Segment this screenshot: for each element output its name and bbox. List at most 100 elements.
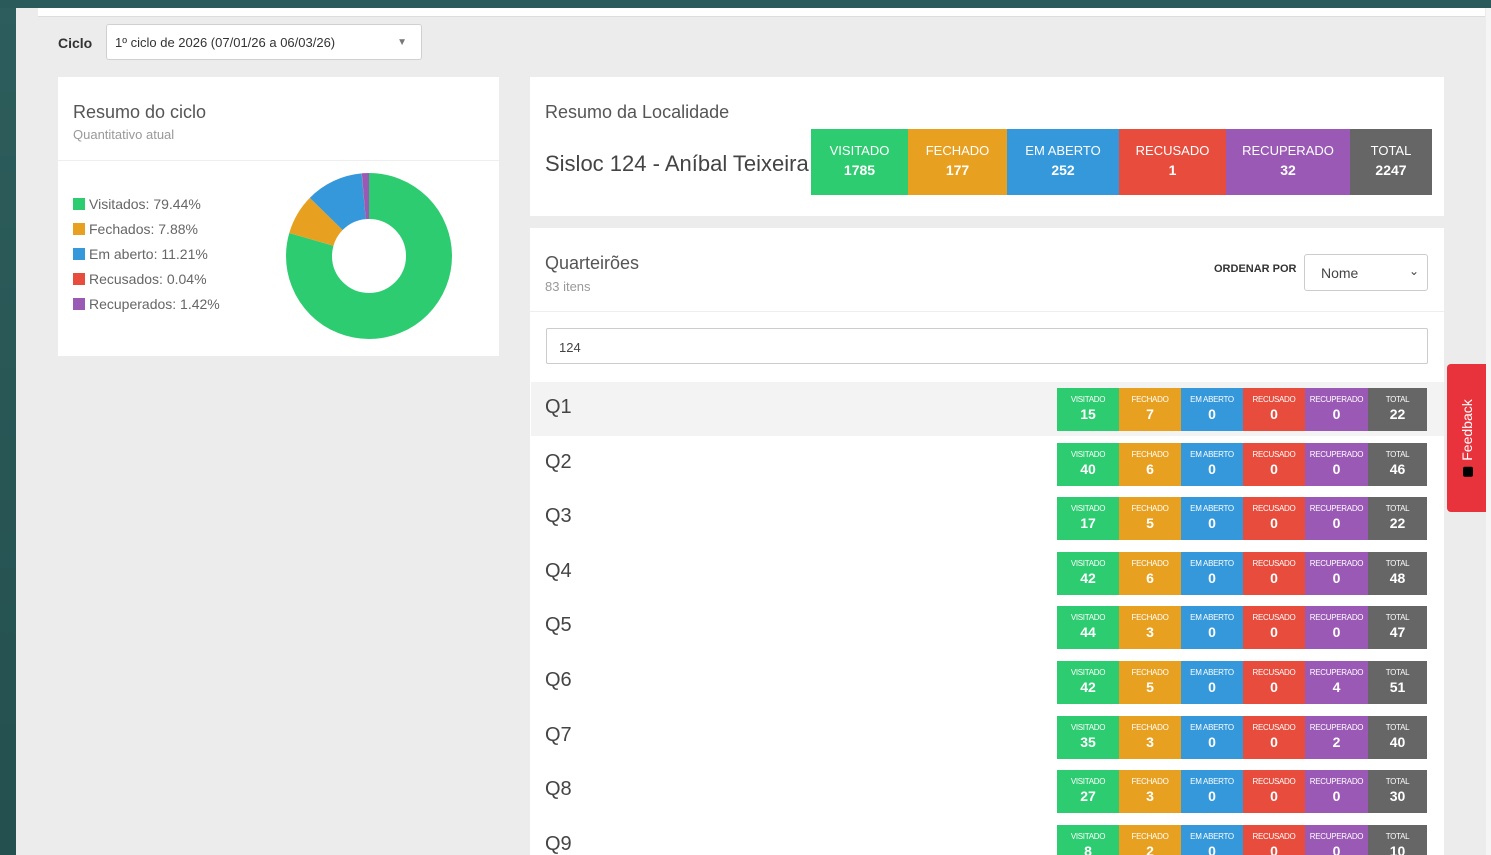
quarteirao-stat: RECUSADO 0 bbox=[1243, 770, 1305, 814]
quarteirao-stat: TOTAL 22 bbox=[1368, 388, 1427, 431]
quarteirao-stat: RECUPERADO 0 bbox=[1305, 770, 1368, 814]
legend-item: Fechados: 7.88% bbox=[73, 216, 220, 241]
legend-label: Fechados: 7.88% bbox=[89, 220, 198, 237]
legend-item: Visitados: 79.44% bbox=[73, 191, 220, 216]
quarteirao-stat: TOTAL 22 bbox=[1368, 497, 1427, 541]
quarteirao-row[interactable]: Q9 VISITADO 8 FECHADO 2 EM ABERTO 0 RECUSADO 0 RE… bbox=[531, 819, 1444, 855]
stat-value: 0 bbox=[1332, 460, 1341, 477]
stat-value: 42 bbox=[1080, 569, 1096, 586]
stat-label: VISITADO bbox=[1070, 395, 1106, 404]
stat-label: TOTAL bbox=[1385, 504, 1410, 514]
stat-value: 44 bbox=[1080, 624, 1096, 641]
stat-label: RECUSADO bbox=[1252, 613, 1296, 623]
quarteirao-row[interactable]: Q1 VISITADO 15 FECHADO 7 EM ABERTO 0 RECUSADO 0 R… bbox=[531, 382, 1444, 436]
localidade-stat-box: RECUSADO 1 bbox=[1119, 129, 1226, 195]
quarteirao-stat: RECUPERADO 2 bbox=[1305, 715, 1368, 759]
stat-label: RECUPERADO bbox=[1242, 143, 1334, 158]
resumo-ciclo-title: Resumo do ciclo bbox=[73, 102, 207, 122]
stat-label: FECHADO bbox=[925, 143, 990, 158]
quarteirao-row[interactable]: Q8 VISITADO 27 FECHADO 3 EM ABERTO 0 RECUSADO 0 R… bbox=[531, 764, 1444, 818]
stat-label: RECUPERADO bbox=[1309, 449, 1364, 459]
quarteirao-row[interactable]: Q5 VISITADO 44 FECHADO 3 EM ABERTO 0 RECUSADO 0 R… bbox=[531, 600, 1444, 654]
stat-label: RECUSADO bbox=[1252, 722, 1296, 732]
quarteirao-stat: RECUSADO 0 bbox=[1243, 497, 1305, 541]
quarteirao-name: Q1 bbox=[545, 396, 572, 418]
stat-value: 27 bbox=[1080, 788, 1096, 805]
stat-label: EM ABERTO bbox=[1190, 504, 1234, 514]
card-divider bbox=[530, 311, 1444, 312]
localidade-stat-box: FECHADO 177 bbox=[908, 129, 1007, 195]
stat-value: 40 bbox=[1080, 460, 1096, 477]
stat-label: FECHADO bbox=[1131, 504, 1169, 514]
stat-label: FECHADO bbox=[1131, 668, 1169, 677]
quarteirao-stat: EM ABERTO 0 bbox=[1181, 442, 1243, 486]
app-window: Ciclo 1º ciclo de 2026 (07/01/26 a 06/03… bbox=[16, 8, 1491, 855]
stat-label: VISITADO bbox=[1070, 558, 1106, 568]
quarteirao-row[interactable]: Q7 VISITADO 35 FECHADO 3 EM ABERTO 0 RECUSADO 0 R… bbox=[531, 710, 1444, 764]
stat-label: RECUPERADO bbox=[1309, 395, 1364, 404]
stat-label: TOTAL bbox=[1385, 668, 1410, 677]
stat-value: 0 bbox=[1208, 679, 1216, 695]
ordenar-select[interactable]: Nome ⌄ bbox=[1304, 254, 1428, 291]
stat-label: FECHADO bbox=[1131, 777, 1169, 787]
stat-label: RECUPERADO bbox=[1309, 831, 1364, 841]
quarteirao-stat: RECUSADO 0 bbox=[1243, 824, 1305, 855]
stat-value: 0 bbox=[1270, 624, 1278, 641]
stat-value: 0 bbox=[1332, 842, 1341, 855]
stat-value: 0 bbox=[1208, 788, 1216, 805]
quarteirao-stat: RECUPERADO 0 bbox=[1305, 388, 1368, 431]
stat-label: TOTAL bbox=[1385, 722, 1410, 732]
stat-label: RECUPERADO bbox=[1309, 668, 1364, 677]
quarteirao-stat: RECUSADO 0 bbox=[1243, 442, 1305, 486]
quarteirao-stat: VISITADO 17 bbox=[1057, 497, 1119, 541]
stat-label: RECUPERADO bbox=[1309, 722, 1364, 732]
localidade-stat-box: RECUPERADO 32 bbox=[1226, 129, 1350, 195]
quarteirao-stat: EM ABERTO 0 bbox=[1181, 661, 1243, 704]
stat-value: 0 bbox=[1270, 406, 1278, 422]
quarteirao-stat: RECUPERADO 0 bbox=[1305, 606, 1368, 650]
stat-value: 0 bbox=[1332, 406, 1341, 422]
stat-value: 5 bbox=[1146, 515, 1154, 532]
legend-swatch bbox=[73, 247, 85, 260]
stat-value: 0 bbox=[1270, 842, 1278, 855]
stat-value: 0 bbox=[1208, 515, 1216, 532]
card-divider bbox=[58, 160, 499, 161]
legend-label: Recusados: 0.04% bbox=[89, 270, 207, 287]
quarteirao-stat: EM ABERTO 0 bbox=[1181, 606, 1243, 650]
stat-label: EM ABERTO bbox=[1190, 777, 1234, 787]
stat-value: 17 bbox=[1080, 515, 1096, 532]
stat-value: 3 bbox=[1146, 624, 1154, 641]
stat-label: TOTAL bbox=[1370, 143, 1412, 158]
ciclo-select[interactable]: 1º ciclo de 2026 (07/01/26 a 06/03/26) ▼ bbox=[106, 24, 422, 60]
quarteirao-row[interactable]: Q6 VISITADO 42 FECHADO 5 EM ABERTO 0 RECUSADO 0 R… bbox=[531, 655, 1444, 709]
legend-swatch bbox=[73, 197, 85, 210]
ciclo-selected-value: 1º ciclo de 2026 (07/01/26 a 06/03/26) bbox=[115, 35, 336, 50]
stat-value: 0 bbox=[1208, 842, 1216, 855]
stat-label: FECHADO bbox=[1131, 722, 1169, 732]
legend-item: Em aberto: 11.21% bbox=[73, 241, 220, 266]
stat-label: RECUPERADO bbox=[1309, 504, 1364, 514]
desktop-frame-top bbox=[0, 0, 1491, 8]
quarteirao-stat: FECHADO 7 bbox=[1119, 388, 1181, 431]
stat-label: RECUSADO bbox=[1135, 143, 1210, 158]
feedback-button[interactable]: Feedback bbox=[1447, 364, 1487, 512]
stat-value: 0 bbox=[1332, 624, 1341, 641]
quarteirao-name: Q4 bbox=[545, 559, 572, 582]
search-input[interactable]: 124 bbox=[546, 328, 1428, 364]
stat-value: 6 bbox=[1146, 569, 1154, 586]
quarteirao-name: Q2 bbox=[545, 450, 572, 473]
quarteirao-stat: VISITADO 42 bbox=[1057, 661, 1119, 704]
quarteirao-name: Q6 bbox=[545, 669, 572, 691]
stat-label: RECUSADO bbox=[1252, 831, 1296, 841]
scrollbar[interactable] bbox=[1486, 8, 1491, 855]
stat-value: 0 bbox=[1208, 569, 1216, 586]
stat-value: 42 bbox=[1080, 679, 1096, 695]
quarteirao-stat: TOTAL 51 bbox=[1368, 661, 1427, 704]
legend-item: Recuperados: 1.42% bbox=[73, 291, 220, 316]
stat-value: 40 bbox=[1389, 733, 1406, 750]
quarteirao-row[interactable]: Q4 VISITADO 42 FECHADO 6 EM ABERTO 0 RECUSADO 0 R… bbox=[531, 546, 1444, 600]
quarteirao-row[interactable]: Q2 VISITADO 40 FECHADO 6 EM ABERTO 0 RECUSADO 0 R… bbox=[531, 437, 1444, 491]
quarteirao-row[interactable]: Q3 VISITADO 17 FECHADO 5 EM ABERTO 0 RECUSADO 0 R… bbox=[531, 491, 1444, 545]
legend-label: Em aberto: 11.21% bbox=[89, 245, 208, 262]
stat-value: 0 bbox=[1270, 733, 1278, 750]
